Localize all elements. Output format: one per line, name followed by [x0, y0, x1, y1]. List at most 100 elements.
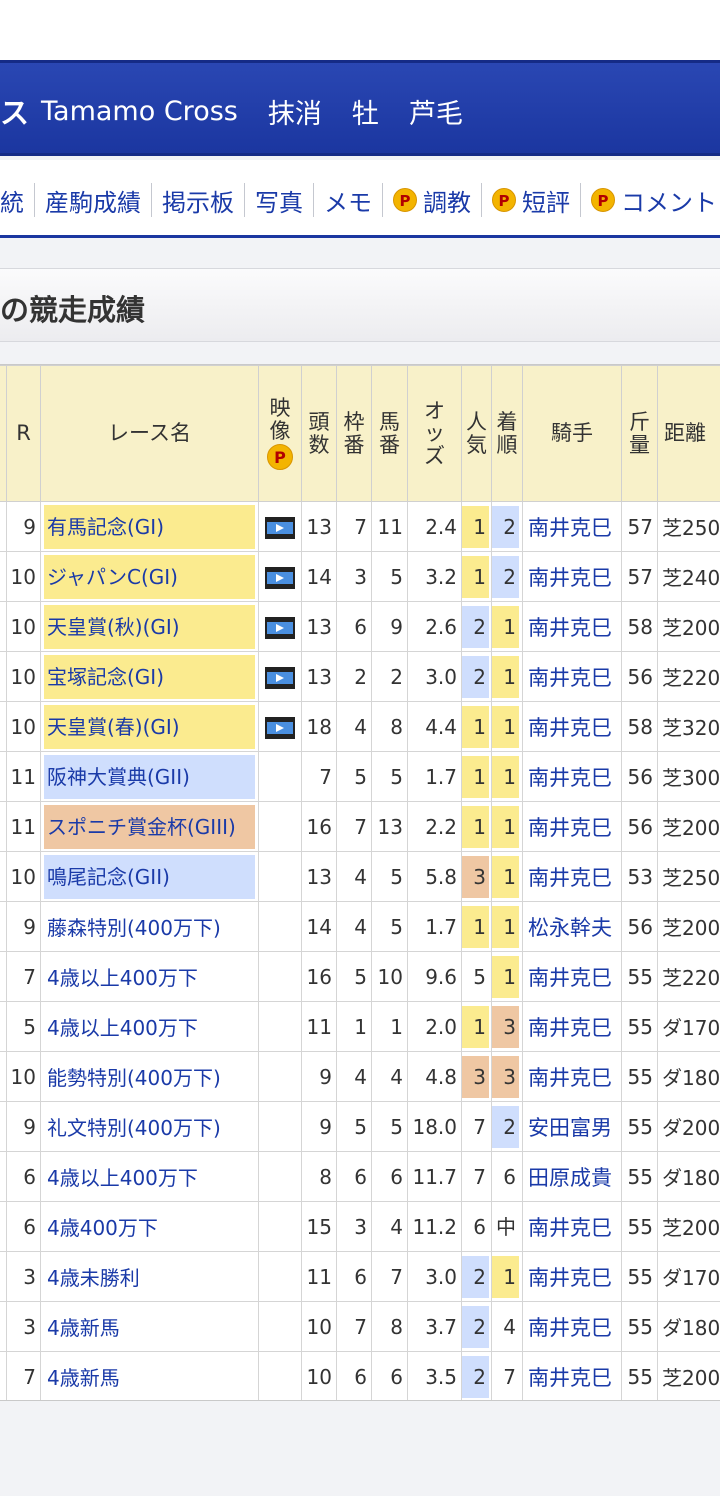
cell-race-name[interactable]: 4歳新馬 [40, 1301, 259, 1352]
race-link[interactable]: 有馬記念(GI) [44, 504, 255, 549]
race-link[interactable]: 藤森特別(400万下) [44, 916, 221, 940]
race-link[interactable]: 4歳400万下 [44, 1216, 158, 1240]
race-link[interactable]: 天皇賞(春)(GI) [44, 704, 255, 749]
race-link[interactable]: ジャパンC(GI) [44, 554, 255, 599]
cell-jockey[interactable]: 南井克巳 [522, 851, 622, 902]
cell-r: 7 [6, 1351, 41, 1400]
cell-odds: 3.0 [407, 1251, 462, 1302]
cell-jockey[interactable]: 南井克巳 [522, 651, 622, 702]
cell-video[interactable] [258, 651, 302, 702]
subnav-item[interactable]: P コメント [580, 183, 720, 217]
spacer [0, 238, 720, 268]
race-link[interactable]: 4歳以上400万下 [44, 1016, 198, 1040]
popularity-value: 7 [473, 1114, 486, 1139]
popularity-value: 2 [462, 1305, 489, 1348]
cell-jockey[interactable]: 南井克巳 [522, 951, 622, 1002]
cell-jockey[interactable]: 南井克巳 [522, 751, 622, 802]
cell-race-name[interactable]: 宝塚記念(GI) [40, 651, 259, 702]
cell-umaban: 5 [371, 751, 408, 802]
cell-jockey[interactable]: 南井克巳 [522, 801, 622, 852]
race-link[interactable]: 4歳新馬 [44, 1316, 120, 1340]
cell-video[interactable] [258, 501, 302, 552]
cell-umaban: 13 [371, 801, 408, 852]
subnav-item[interactable]: 産駒成績 [34, 183, 151, 217]
cell-race-name[interactable]: スポニチ賞金杯(GIII) [40, 801, 259, 852]
subnav-item[interactable]: P 調教 [382, 183, 481, 217]
cell-jockey[interactable]: 南井克巳 [522, 1051, 622, 1102]
finish-value: 6 [503, 1164, 516, 1189]
subnav-item-label: 調教 [423, 188, 471, 217]
cell-race-name[interactable]: 天皇賞(秋)(GI) [40, 601, 259, 652]
popularity-value: 3 [462, 855, 489, 898]
race-link[interactable]: 宝塚記念(GI) [44, 654, 255, 699]
cell-race-name[interactable]: 有馬記念(GI) [40, 501, 259, 552]
cell-race-name[interactable]: 4歳以上400万下 [40, 1151, 259, 1202]
cell-race-name[interactable]: 鳴尾記念(GII) [40, 851, 259, 902]
cell-umaban: 9 [371, 601, 408, 652]
cell-race-name[interactable]: 能勢特別(400万下) [40, 1051, 259, 1102]
cell-race-name[interactable]: ジャパンC(GI) [40, 551, 259, 602]
cell-race-name[interactable]: 4歳以上400万下 [40, 1001, 259, 1052]
cell-video [258, 1151, 302, 1202]
cell-jockey[interactable]: 南井克巳 [522, 1301, 622, 1352]
race-link[interactable]: 4歳未勝利 [44, 1266, 140, 1290]
cell-weight: 55 [621, 1301, 658, 1352]
cell-heads: 13 [301, 651, 337, 702]
cell-jockey[interactable]: 松永幹夫 [522, 901, 622, 952]
race-link[interactable]: 4歳以上400万下 [44, 1166, 198, 1190]
cell-waku: 4 [336, 851, 372, 902]
col-heads: 頭数 [301, 365, 337, 502]
cell-race-name[interactable]: 阪神大賞典(GII) [40, 751, 259, 802]
cell-jockey[interactable]: 南井克巳 [522, 551, 622, 602]
subnav-item[interactable]: メモ [313, 183, 382, 217]
col-weight: 斤量 [621, 365, 658, 502]
cell-odds: 9.6 [407, 951, 462, 1002]
cell-video[interactable] [258, 601, 302, 652]
cell-race-name[interactable]: 4歳以上400万下 [40, 951, 259, 1002]
race-link[interactable]: 能勢特別(400万下) [44, 1066, 221, 1090]
cell-jockey[interactable]: 南井克巳 [522, 1201, 622, 1252]
cell-race-name[interactable]: 4歳400万下 [40, 1201, 259, 1252]
video-film-icon[interactable] [265, 566, 295, 589]
cell-race-name[interactable]: 4歳未勝利 [40, 1251, 259, 1302]
race-results-table-wrap[interactable]: R レース名 映像 P 頭数 枠番 馬番 オッズ 人気 着順 騎手 斤量 距離 9… [0, 364, 720, 1401]
race-link[interactable]: 鳴尾記念(GII) [44, 854, 255, 899]
cell-race-name[interactable]: 4歳新馬 [40, 1351, 259, 1400]
race-link[interactable]: 4歳新馬 [44, 1366, 120, 1390]
cell-odds: 3.7 [407, 1301, 462, 1352]
video-film-icon[interactable] [265, 616, 295, 639]
cell-jockey[interactable]: 南井克巳 [522, 501, 622, 552]
race-link[interactable]: 礼文特別(400万下) [44, 1116, 221, 1140]
subnav-item[interactable]: 掲示板 [151, 183, 244, 217]
cell-video[interactable] [258, 551, 302, 602]
subnav-item[interactable]: 写真 [244, 183, 313, 217]
race-link[interactable]: 阪神大賞典(GII) [44, 754, 255, 799]
cell-jockey[interactable]: 南井克巳 [522, 1251, 622, 1302]
premium-p-icon: P [591, 188, 615, 212]
cell-race-name[interactable]: 天皇賞(春)(GI) [40, 701, 259, 752]
video-film-icon[interactable] [265, 516, 295, 539]
cell-jockey[interactable]: 南井克巳 [522, 701, 622, 752]
cell-video[interactable] [258, 701, 302, 752]
cell-heads: 10 [301, 1301, 337, 1352]
cell-race-name[interactable]: 藤森特別(400万下) [40, 901, 259, 952]
subnav-item-label: 短評 [522, 188, 570, 217]
race-link[interactable]: 4歳以上400万下 [44, 966, 198, 990]
subnav-item[interactable]: 統 [0, 183, 34, 217]
race-link[interactable]: スポニチ賞金杯(GIII) [44, 804, 255, 849]
cell-jockey[interactable]: 南井克巳 [522, 601, 622, 652]
table-header-row: R レース名 映像 P 頭数 枠番 馬番 オッズ 人気 着順 騎手 斤量 距離 [0, 365, 720, 502]
cell-jockey[interactable]: 南井克巳 [522, 1351, 622, 1400]
popularity-value: 1 [462, 905, 489, 948]
status-badge: 抹消 [267, 98, 322, 130]
race-link[interactable]: 天皇賞(秋)(GI) [44, 604, 255, 649]
cell-jockey[interactable]: 安田富男 [522, 1101, 622, 1152]
subnav-item-label: メモ [324, 188, 372, 217]
subnav-item[interactable]: P 短評 [481, 183, 580, 217]
video-film-icon[interactable] [265, 666, 295, 689]
cell-race-name[interactable]: 礼文特別(400万下) [40, 1101, 259, 1152]
cell-popularity: 2 [461, 601, 492, 652]
video-film-icon[interactable] [265, 716, 295, 739]
cell-jockey[interactable]: 田原成貴 [522, 1151, 622, 1202]
cell-jockey[interactable]: 南井克巳 [522, 1001, 622, 1052]
